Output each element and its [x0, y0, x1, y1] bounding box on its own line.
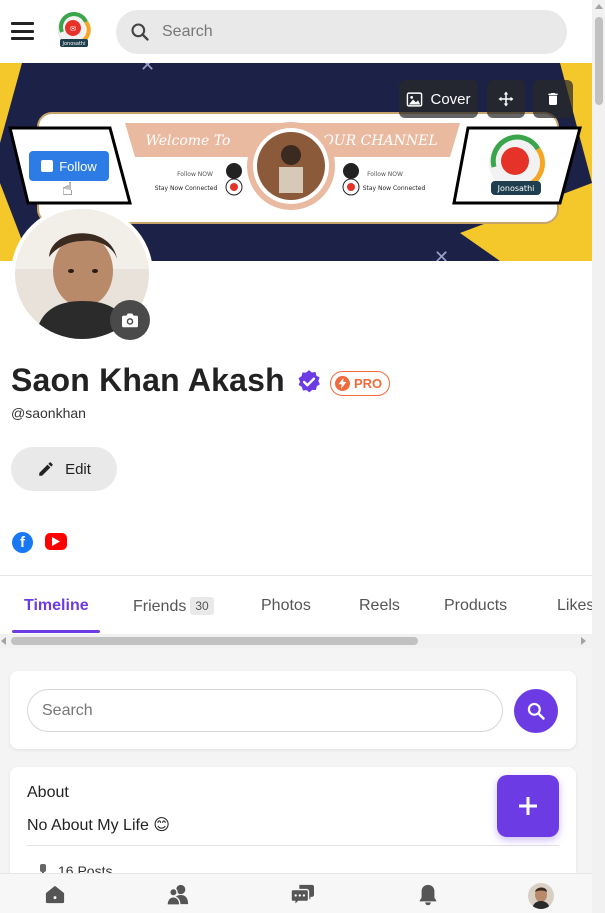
tab-products[interactable]: Products: [444, 597, 507, 615]
banner-stay-connected-left: Stay Now Connected: [155, 185, 218, 192]
profile-username: @saonkhan: [11, 405, 86, 421]
facebook-icon[interactable]: f: [12, 532, 33, 553]
search-icon: [527, 702, 545, 720]
tab-photos[interactable]: Photos: [261, 597, 311, 615]
youtube-icon[interactable]: [45, 533, 67, 550]
profile-avatar-nav[interactable]: [528, 883, 554, 909]
profile-tabs: Timeline Friends 30 Photos Reels Products…: [0, 576, 592, 634]
bell-icon[interactable]: [418, 884, 438, 911]
calendar-icon: [41, 160, 54, 172]
create-post-button[interactable]: [497, 775, 559, 837]
top-header: ✉ Jonosathi: [0, 0, 592, 63]
banner-welcome-text: Welcome To: [146, 133, 231, 149]
top-search-bar[interactable]: [116, 10, 567, 54]
hamburger-icon[interactable]: [11, 22, 34, 40]
about-title: About: [27, 784, 69, 801]
scroll-right-arrow-icon[interactable]: [581, 637, 586, 645]
active-tab-indicator: [12, 630, 100, 633]
friends-count-badge: 30: [190, 597, 214, 615]
hand-cursor-icon: ☝: [62, 179, 73, 199]
site-logo[interactable]: ✉ Jonosathi: [56, 12, 92, 50]
search-icon: [131, 23, 149, 41]
bolt-icon: [335, 376, 350, 391]
pencil-icon: [39, 462, 53, 476]
about-divider: [27, 845, 559, 846]
timeline-search-button[interactable]: [514, 689, 558, 733]
tab-friends[interactable]: Friends 30: [133, 597, 214, 616]
trash-icon: [548, 93, 558, 105]
banner-follow-now-left: Follow NOW: [177, 171, 213, 178]
vertical-scroll-thumb[interactable]: [595, 17, 603, 105]
timeline-search-input[interactable]: [27, 689, 503, 732]
scroll-left-arrow-icon[interactable]: [1, 637, 6, 645]
svg-text:✕: ✕: [140, 63, 155, 76]
svg-text:✉: ✉: [70, 25, 76, 33]
pro-badge: PRO: [330, 371, 391, 396]
banner-follow-label: Follow: [59, 158, 97, 174]
camera-icon: [122, 313, 138, 328]
about-text: No About My Life 😊: [27, 817, 170, 834]
scroll-up-arrow-icon[interactable]: [595, 4, 603, 9]
tab-timeline[interactable]: Timeline: [24, 597, 89, 615]
svg-text:✕: ✕: [434, 247, 449, 261]
chat-icon[interactable]: [290, 884, 315, 911]
tabs-horizontal-scrollbar[interactable]: [0, 634, 592, 648]
verified-icon: [296, 369, 322, 395]
banner-follow-button[interactable]: Follow: [29, 151, 109, 181]
tab-friends-label: Friends: [133, 598, 187, 615]
tab-likes-label: Likes: [557, 597, 592, 614]
move-icon: [498, 91, 514, 107]
home-icon[interactable]: [44, 884, 66, 909]
pro-badge-label: PRO: [354, 376, 383, 391]
profile-name: Saon Khan Akash: [11, 362, 285, 398]
top-search-input[interactable]: [162, 23, 542, 41]
banner-channel-text: OUR CHANNEL: [322, 133, 437, 149]
tab-likes[interactable]: Likes: [557, 597, 592, 615]
banner-brand-text: Jonosathi: [497, 184, 535, 193]
banner-stay-connected-right: Stay Now Connected: [363, 185, 426, 192]
plus-icon: [519, 797, 537, 815]
reposition-cover-button[interactable]: [487, 80, 525, 118]
horizontal-scroll-thumb[interactable]: [11, 637, 418, 645]
people-icon[interactable]: [166, 884, 190, 911]
image-icon: [407, 91, 423, 107]
tab-reels[interactable]: Reels: [359, 597, 400, 615]
banner-follow-now-right: Follow NOW: [367, 171, 403, 178]
vertical-scrollbar[interactable]: [592, 0, 605, 913]
logo-text: Jonosathi: [62, 41, 86, 47]
edit-profile-button[interactable]: Edit: [11, 447, 117, 491]
tab-reels-label: Reels: [359, 597, 400, 614]
change-cover-label: Cover: [430, 90, 471, 108]
tab-photos-label: Photos: [261, 597, 311, 614]
about-card: About No About My Life 😊 16 Posts: [10, 767, 576, 887]
bottom-navigation: [0, 873, 592, 913]
change-cover-button[interactable]: Cover: [399, 80, 478, 118]
tab-timeline-label: Timeline: [24, 597, 89, 614]
delete-cover-button[interactable]: [533, 80, 573, 118]
tab-products-label: Products: [444, 597, 508, 614]
timeline-search-card: [10, 671, 576, 749]
edit-label: Edit: [65, 460, 91, 478]
change-avatar-button[interactable]: [110, 300, 150, 340]
